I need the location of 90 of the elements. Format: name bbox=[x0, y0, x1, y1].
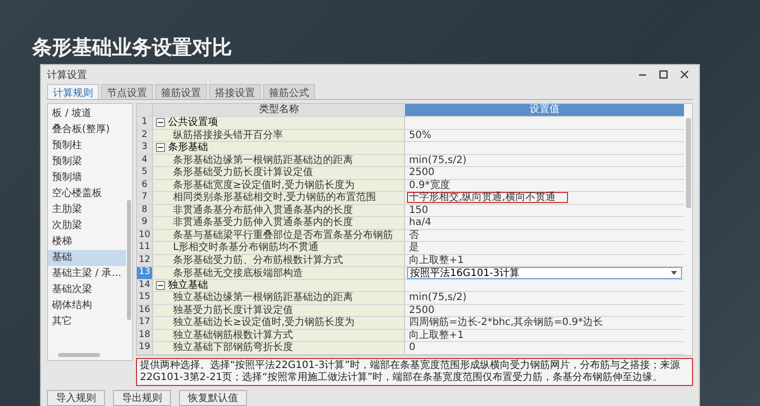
row-number: 4 bbox=[137, 154, 153, 166]
category-item[interactable]: 基础 bbox=[48, 250, 126, 266]
row-number: 19 bbox=[137, 342, 153, 354]
setting-value[interactable]: 向上取整+1 bbox=[407, 330, 477, 341]
setting-label: 非贯通条基受力筋伸入贯通条基内的长度 bbox=[172, 217, 353, 228]
setting-label: 独立基础边缘第一根钢筋距基础边的距离 bbox=[172, 292, 353, 304]
row-number: 5 bbox=[137, 167, 153, 178]
row-number: 17 bbox=[137, 317, 153, 328]
category-item[interactable]: 空心楼盖板 bbox=[48, 186, 126, 202]
row-number: 11 bbox=[137, 242, 153, 254]
setting-value[interactable]: 十字形相交,纵向贯通,横向不贯通 bbox=[407, 192, 568, 204]
category-item[interactable]: 主肋梁 bbox=[48, 202, 126, 218]
category-item[interactable]: 预制柱 bbox=[48, 138, 126, 154]
row-number: 7 bbox=[137, 192, 153, 204]
dialog-button[interactable]: 恢复默认值 bbox=[179, 390, 247, 406]
dialog-button[interactable]: 导出规则 bbox=[113, 390, 171, 406]
category-item[interactable]: 预制梁 bbox=[48, 154, 126, 170]
category-item[interactable]: 板 / 坡道 bbox=[48, 106, 126, 122]
row-number: 15 bbox=[137, 292, 153, 304]
setting-value[interactable]: min(75,s/2) bbox=[407, 154, 480, 166]
row-number: 3 bbox=[137, 142, 153, 154]
tab[interactable]: 计算规则 bbox=[47, 84, 99, 99]
setting-value[interactable]: ha/4 bbox=[407, 217, 444, 228]
group-label: 独立基础 bbox=[168, 280, 208, 291]
row-number: 6 bbox=[137, 180, 153, 191]
column-header: 设置值 bbox=[405, 104, 684, 116]
setting-value[interactable]: 0 bbox=[407, 342, 428, 354]
scrollbar[interactable] bbox=[127, 200, 131, 320]
column-header: 类型名称 bbox=[153, 104, 405, 116]
tab[interactable]: 节点设置 bbox=[101, 84, 153, 99]
setting-label: 独基受力筋长度计算设定值 bbox=[172, 304, 293, 316]
category-item[interactable]: 基础主梁 / 承... bbox=[48, 266, 126, 282]
setting-label: L形相交时条基分布钢筋均不贯通 bbox=[172, 242, 319, 254]
row-number: 1 bbox=[137, 117, 153, 128]
setting-value[interactable]: 2500 bbox=[407, 167, 448, 178]
row-number: 12 bbox=[137, 254, 153, 266]
category-item[interactable]: 预制墙 bbox=[48, 170, 126, 186]
scrollbar[interactable] bbox=[686, 118, 691, 208]
setting-value[interactable]: 2500 bbox=[407, 304, 448, 316]
setting-value[interactable]: 向上取整+1 bbox=[407, 254, 477, 266]
setting-label: 独立基础钢筋根数计算方式 bbox=[172, 330, 293, 341]
row-number: 18 bbox=[137, 330, 153, 341]
row-number: 13 bbox=[137, 267, 153, 279]
category-item[interactable]: 其它 bbox=[48, 314, 126, 330]
row-number: 16 bbox=[137, 304, 153, 316]
tab[interactable]: 搭接设置 bbox=[209, 84, 261, 99]
category-item[interactable]: 叠合板(整厚) bbox=[48, 122, 126, 138]
setting-label: 条形基础边缘第一根钢筋距基础边的距离 bbox=[172, 154, 353, 166]
slide-title: 条形基础业务设置对比 bbox=[32, 34, 233, 61]
setting-value[interactable]: 0.9*宽度 bbox=[407, 180, 463, 191]
group-label: 条形基础 bbox=[168, 142, 208, 154]
setting-value[interactable]: 150 bbox=[407, 204, 442, 216]
setting-value[interactable]: 是 bbox=[407, 242, 432, 254]
setting-label: 非贯通条基分布筋伸入贯通条基内的长度 bbox=[172, 204, 353, 216]
window-title: 计算设置 bbox=[47, 68, 87, 82]
tab[interactable]: 箍筋公式 bbox=[263, 84, 315, 99]
group-label: 公共设置项 bbox=[168, 117, 218, 128]
setting-label: 条形基础无交接底板端部构造 bbox=[172, 268, 303, 278]
collapse-icon[interactable] bbox=[156, 143, 165, 152]
setting-label: 纵筋搭接接头错开百分率 bbox=[172, 130, 283, 141]
category-item[interactable]: 砌体结构 bbox=[48, 298, 126, 314]
category-item[interactable]: 次肋梁 bbox=[48, 218, 126, 234]
description-text: 提供两种选择。选择“按照平法22G101-3计算”时，端部在条基宽度范围形成纵横向受力钢筋网片，分布筋与之搭接；来源22G101-3第2-21页；选择“按照常用施工做法计算”时，端部在条基宽度范围仅布置受力筋，条基分布钢筋伸至边缘。 bbox=[136, 358, 693, 386]
close-icon[interactable] bbox=[680, 70, 689, 79]
setting-label: 条形基础宽度≥设定值时,受力钢筋长度为 bbox=[172, 180, 355, 191]
setting-label: 相同类别条形基础相交时,受力钢筋的布置范围 bbox=[172, 192, 376, 204]
collapse-icon[interactable] bbox=[156, 280, 165, 290]
row-number: 2 bbox=[137, 130, 153, 141]
category-item[interactable]: 楼梯 bbox=[48, 234, 126, 250]
setting-label: 条形基础受力筋长度计算设定值 bbox=[172, 167, 313, 178]
setting-value[interactable]: 50% bbox=[407, 130, 444, 141]
setting-label: 独立基础下部钢筋弯折长度 bbox=[172, 342, 293, 354]
setting-label: 独立基础边长≥设定值时,受力钢筋长度为 bbox=[172, 317, 355, 328]
row-number: 9 bbox=[137, 217, 153, 228]
tab[interactable]: 箍筋设置 bbox=[155, 84, 207, 99]
setting-label: 条基与基础梁平行重叠部位是否布置条基分布钢筋 bbox=[172, 230, 393, 241]
row-number: 14 bbox=[137, 280, 153, 291]
maximize-icon[interactable] bbox=[659, 70, 668, 79]
collapse-icon[interactable] bbox=[156, 118, 165, 128]
scrollbar[interactable] bbox=[58, 353, 100, 357]
row-number: 10 bbox=[137, 230, 153, 241]
setting-label: 条形基础受力筋、分布筋根数计算方式 bbox=[172, 254, 343, 266]
setting-value[interactable]: 否 bbox=[407, 230, 432, 241]
dropdown[interactable]: 按照平法16G101-3计算 bbox=[407, 267, 682, 279]
row-number: 8 bbox=[137, 204, 153, 216]
caret-icon bbox=[671, 271, 677, 275]
setting-value[interactable]: min(75,s/2) bbox=[407, 292, 480, 304]
setting-value[interactable]: 四周钢筋=边长-2*bhc,其余钢筋=0.9*边长 bbox=[407, 317, 616, 328]
dialog-button[interactable]: 导入规则 bbox=[47, 390, 105, 406]
category-item[interactable]: 基础次梁 bbox=[48, 282, 126, 298]
